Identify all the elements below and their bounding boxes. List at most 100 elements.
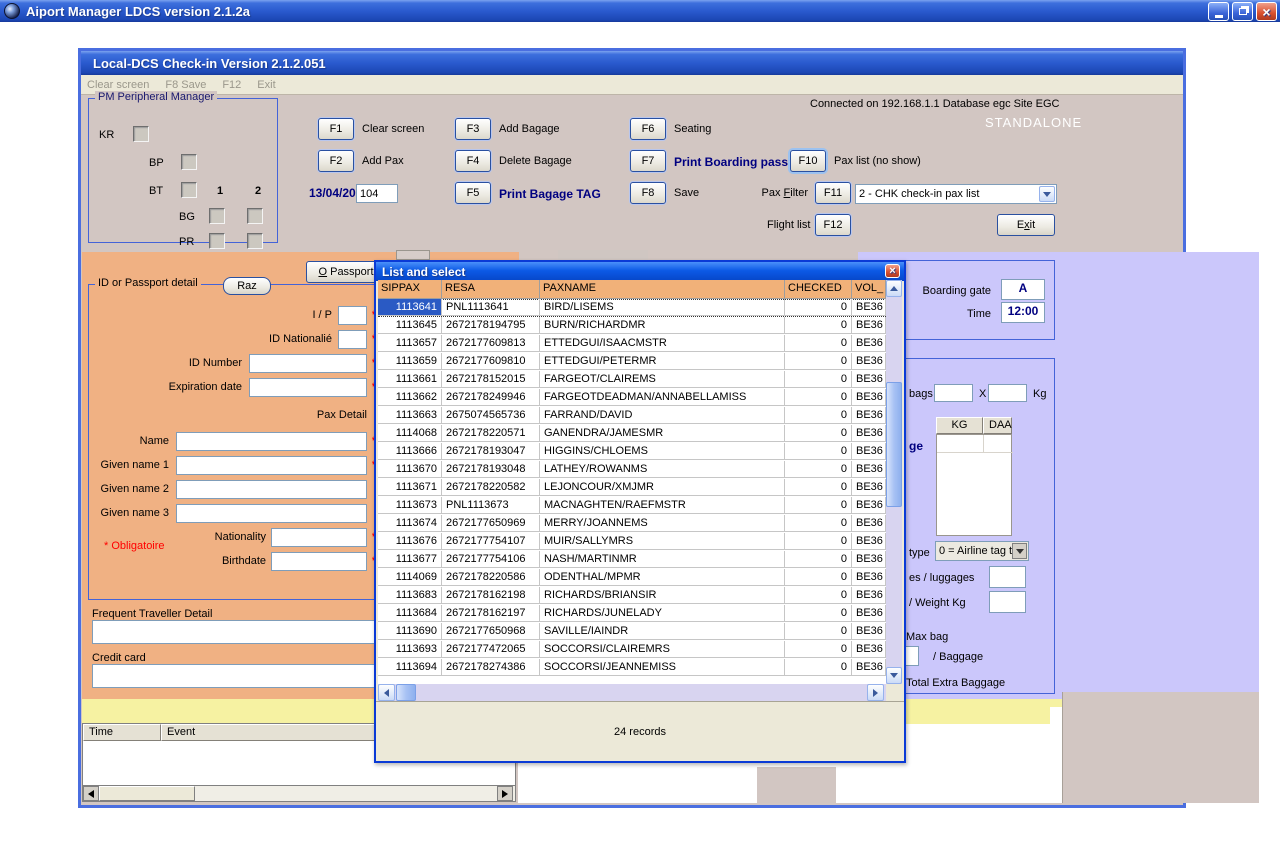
table-cell[interactable]: 1113661 [378, 371, 442, 388]
table-cell[interactable]: 0 [785, 641, 852, 658]
event-log-hscrollbar[interactable] [83, 785, 515, 801]
table-cell[interactable]: 1113694 [378, 659, 442, 676]
minimize-button[interactable] [1208, 2, 1229, 21]
table-row[interactable]: 11136902672177650968SAVILLE/IAINDR0BE36 [378, 623, 886, 641]
table-cell[interactable]: 2672177650968 [442, 623, 540, 640]
table-cell[interactable]: FARGEOTDEADMAN/ANNABELLAMISS [540, 389, 785, 406]
birthdate-input[interactable] [271, 552, 367, 571]
table-cell[interactable]: 0 [785, 515, 852, 532]
given-name-3-input[interactable] [176, 504, 367, 523]
table-cell[interactable]: 1113693 [378, 641, 442, 658]
table-cell[interactable]: ETTEDGUI/PETERMR [540, 353, 785, 370]
table-cell[interactable]: BE36 [852, 659, 886, 676]
vscroll-thumb[interactable] [886, 382, 902, 507]
table-cell[interactable]: MERRY/JOANNEMS [540, 515, 785, 532]
pr-checkbox-2[interactable] [247, 233, 263, 249]
menu-item-f12[interactable]: F12 [222, 79, 241, 91]
table-cell[interactable]: GANENDRA/JAMESMR [540, 425, 785, 442]
table-cell[interactable]: 1113659 [378, 353, 442, 370]
table-cell[interactable]: BIRD/LISEMS [540, 299, 785, 316]
table-cell[interactable]: 0 [785, 551, 852, 568]
table-cell[interactable]: 2672178194795 [442, 317, 540, 334]
table-row[interactable]: 11140682672178220571GANENDRA/JAMESMR0BE3… [378, 425, 886, 443]
table-cell[interactable]: 0 [785, 623, 852, 640]
table-row[interactable]: 11136842672178162197RICHARDS/JUNELADY0BE… [378, 605, 886, 623]
table-cell[interactable]: BE36 [852, 335, 886, 352]
table-cell[interactable]: 1113662 [378, 389, 442, 406]
table-cell[interactable]: 1113674 [378, 515, 442, 532]
table-cell[interactable]: HIGGINS/CHLOEMS [540, 443, 785, 460]
table-cell[interactable]: BURN/RICHARDMR [540, 317, 785, 334]
table-cell[interactable]: 1113683 [378, 587, 442, 604]
table-cell[interactable]: 2672177609810 [442, 353, 540, 370]
table-cell[interactable]: 0 [785, 371, 852, 388]
luggages-input[interactable] [989, 566, 1026, 588]
pax-filter-dropdown[interactable]: 2 - CHK check-in pax list [855, 184, 1057, 204]
table-cell[interactable]: 2672178162198 [442, 587, 540, 604]
bg-checkbox-2[interactable] [247, 208, 263, 224]
f8-button[interactable]: F8 [630, 182, 666, 204]
scroll-thumb[interactable] [99, 786, 195, 801]
f7-button[interactable]: F7 [630, 150, 666, 172]
exit-button[interactable]: Exit [997, 214, 1055, 236]
flight-number-input[interactable] [356, 184, 398, 203]
table-cell[interactable]: 1114069 [378, 569, 442, 586]
table-cell[interactable]: 1114068 [378, 425, 442, 442]
id-nationality-input[interactable] [338, 330, 367, 349]
table-cell[interactable]: 0 [785, 587, 852, 604]
table-cell[interactable]: 0 [785, 497, 852, 514]
table-cell[interactable]: 2672177754106 [442, 551, 540, 568]
table-cell[interactable]: MACNAGHTEN/RAEFMSTR [540, 497, 785, 514]
table-cell[interactable]: BE36 [852, 569, 886, 586]
table-row[interactable]: 11136762672177754107MUIR/SALLYMRS0BE36 [378, 533, 886, 551]
menu-item-exit[interactable]: Exit [257, 79, 275, 91]
table-cell[interactable]: LATHEY/ROWANMS [540, 461, 785, 478]
tag-dropdown-arrow-icon[interactable] [1012, 543, 1027, 559]
f11-button[interactable]: F11 [815, 182, 851, 204]
baggage-list[interactable] [936, 434, 1012, 536]
table-cell[interactable]: 1113663 [378, 407, 442, 424]
f12-button[interactable]: F12 [815, 214, 851, 236]
table-cell[interactable]: LEJONCOUR/XMJMR [540, 479, 785, 496]
table-cell[interactable]: BE36 [852, 317, 886, 334]
scroll-up-icon[interactable] [886, 280, 902, 297]
table-row[interactable]: 11136622672178249946FARGEOTDEADMAN/ANNAB… [378, 389, 886, 407]
scroll-down-icon[interactable] [886, 667, 902, 684]
f3-button[interactable]: F3 [455, 118, 491, 140]
table-cell[interactable]: 0 [785, 533, 852, 550]
restore-button[interactable] [1232, 2, 1253, 21]
table-cell[interactable]: 1113666 [378, 443, 442, 460]
table-cell[interactable]: 1113677 [378, 551, 442, 568]
table-cell[interactable]: NASH/MARTINMR [540, 551, 785, 568]
table-cell[interactable]: 2672178152015 [442, 371, 540, 388]
menu-item-f8-save[interactable]: F8 Save [165, 79, 206, 91]
table-cell[interactable]: BE36 [852, 371, 886, 388]
table-row[interactable]: 11136452672178194795BURN/RICHARDMR0BE36 [378, 317, 886, 335]
table-cell[interactable]: 1113641 [378, 299, 442, 316]
nationality-input[interactable] [271, 528, 367, 547]
daa-column-header[interactable]: DAA [983, 417, 1012, 434]
table-cell[interactable]: BE36 [852, 533, 886, 550]
table-cell[interactable]: 0 [785, 425, 852, 442]
id-number-input[interactable] [249, 354, 367, 373]
table-cell[interactable]: 0 [785, 317, 852, 334]
table-cell[interactable]: BE36 [852, 299, 886, 316]
kg-column-header[interactable]: KG [936, 417, 983, 434]
f1-button[interactable]: F1 [318, 118, 354, 140]
table-cell[interactable]: BE36 [852, 389, 886, 406]
table-cell[interactable]: PNL1113673 [442, 497, 540, 514]
table-cell[interactable]: BE36 [852, 479, 886, 496]
table-cell[interactable]: 1113673 [378, 497, 442, 514]
table-cell[interactable]: BE36 [852, 497, 886, 514]
table-cell[interactable]: 2672178220582 [442, 479, 540, 496]
table-cell[interactable]: 0 [785, 353, 852, 370]
table-cell[interactable]: BE36 [852, 407, 886, 424]
kr-checkbox[interactable] [133, 126, 149, 142]
table-cell[interactable]: 2672178249946 [442, 389, 540, 406]
table-cell[interactable]: BE36 [852, 551, 886, 568]
scroll-left-icon[interactable] [378, 684, 395, 701]
hscroll-thumb[interactable] [396, 684, 416, 701]
table-cell[interactable]: 2672178193048 [442, 461, 540, 478]
table-row[interactable]: 11136932672177472065SOCCORSI/CLAIREMRS0B… [378, 641, 886, 659]
table-cell[interactable]: 0 [785, 461, 852, 478]
